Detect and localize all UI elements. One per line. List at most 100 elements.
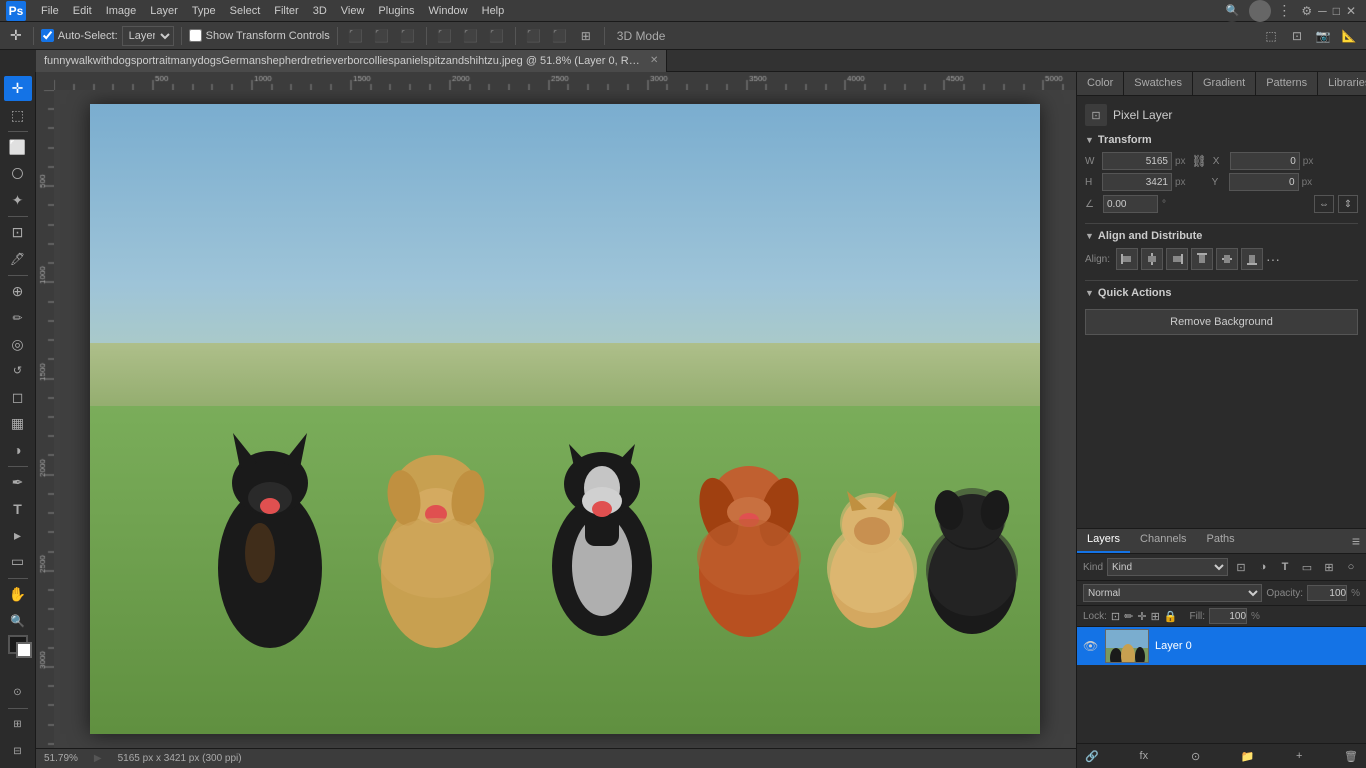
brush-tool-btn[interactable]: ✏ [4, 305, 32, 330]
eraser-tool-btn[interactable]: ◻ [4, 385, 32, 410]
filter-type-btn[interactable]: T [1276, 558, 1294, 576]
layers-panel-menu[interactable]: ≡ [1346, 529, 1366, 553]
align-bottom-btn[interactable]: ⬛ [486, 25, 508, 47]
minimize-btn[interactable]: ─ [1318, 4, 1327, 18]
lock-artboard-btn[interactable]: ⊞ [1151, 610, 1160, 623]
align-right-btn[interactable]: ⬛ [397, 25, 419, 47]
menu-edit[interactable]: Edit [66, 3, 99, 19]
channels-tab[interactable]: Channels [1130, 529, 1196, 553]
w-input[interactable] [1102, 152, 1172, 170]
hand-tool-btn[interactable]: ✋ [4, 581, 32, 606]
rectangle-tool-btn[interactable]: ▭ [4, 549, 32, 574]
h-input[interactable] [1102, 173, 1172, 191]
new-layer-btn[interactable]: + [1290, 747, 1308, 765]
filter-pixel-btn[interactable]: ⊡ [1232, 558, 1250, 576]
measure-btn[interactable]: 📐 [1338, 25, 1360, 47]
x-input[interactable] [1230, 152, 1300, 170]
user-avatar[interactable] [1249, 0, 1271, 22]
type-tool-btn[interactable]: T [4, 496, 32, 521]
layer-visibility-icon[interactable]: 👁 [1083, 639, 1099, 653]
menu-window[interactable]: Window [422, 3, 475, 19]
document-tab[interactable]: funnywalkwithdogsportraitmanydogsGermans… [36, 50, 667, 72]
layers-tab[interactable]: Layers [1077, 529, 1130, 553]
dist-h-btn[interactable]: ⬛ [523, 25, 545, 47]
zoom-tool-btn[interactable]: 🔍 [4, 608, 32, 633]
eyedropper-tool-btn[interactable]: 🖊 [4, 246, 32, 271]
menu-help[interactable]: Help [475, 3, 512, 19]
workspace-btn[interactable]: ⚙ [1301, 4, 1312, 18]
menu-3d[interactable]: 3D [306, 3, 334, 19]
lock-all-btn[interactable]: 🔒 [1164, 610, 1178, 623]
magic-wand-tool-btn[interactable]: ✦ [4, 188, 32, 213]
align-center-v-btn[interactable]: ⬛ [460, 25, 482, 47]
align-top-btn[interactable]: ⬛ [434, 25, 456, 47]
quick-mask-btn[interactable]: ⊙ [4, 680, 32, 705]
transform-controls-checkbox[interactable] [189, 29, 202, 42]
close-btn[interactable]: ✕ [1346, 4, 1356, 18]
move-tool-option[interactable]: ✛ [6, 25, 26, 46]
marquee-tool-btn[interactable]: ⬜ [4, 135, 32, 160]
lock-position-btn[interactable]: ✛ [1137, 610, 1146, 623]
align-right-edges-btn[interactable] [1166, 248, 1188, 270]
frame-btn[interactable]: ⊡ [1286, 25, 1308, 47]
delete-layer-btn[interactable]: 🗑 [1342, 747, 1360, 765]
flip-v-btn[interactable]: ⇕ [1338, 195, 1358, 213]
fill-input[interactable] [1209, 608, 1247, 624]
pen-tool-btn[interactable]: ✒ [4, 470, 32, 495]
libraries-tab[interactable]: Libraries [1318, 72, 1366, 95]
move-tool-btn[interactable]: ✛ [4, 76, 32, 101]
auto-select-dropdown[interactable]: Layer Group [122, 26, 174, 46]
dodge-tool-btn[interactable]: ◑ [4, 437, 32, 462]
align-center-h-btn[interactable]: ⬛ [371, 25, 393, 47]
maximize-btn[interactable]: □ [1333, 4, 1340, 18]
menu-filter[interactable]: Filter [267, 3, 305, 19]
remove-background-btn[interactable]: Remove Background [1085, 309, 1358, 335]
swatches-tab[interactable]: Swatches [1124, 72, 1193, 95]
crop-tool-btn[interactable]: ⊡ [4, 220, 32, 245]
patterns-tab[interactable]: Patterns [1256, 72, 1318, 95]
background-color[interactable] [16, 642, 32, 658]
align-more-btn[interactable]: ··· [1266, 251, 1280, 267]
share-btn[interactable]: ⋮ [1277, 2, 1291, 19]
add-mask-btn[interactable]: ⊙ [1187, 747, 1205, 765]
layer-kind-select[interactable]: Kind Name Effect [1107, 558, 1228, 576]
align-top-edges-btn[interactable] [1191, 248, 1213, 270]
lock-paint-btn[interactable]: ✏ [1124, 610, 1133, 623]
lasso-tool-btn[interactable]: 〇 [4, 161, 32, 186]
canvas-container[interactable] [54, 90, 1076, 748]
add-effect-btn[interactable]: fx [1135, 747, 1153, 765]
gradient-tool-btn[interactable]: ▦ [4, 411, 32, 436]
color-tab[interactable]: Color [1077, 72, 1124, 95]
link-wh-btn[interactable]: ⛓ [1192, 154, 1207, 168]
align-left-edges-btn[interactable] [1116, 248, 1138, 270]
foreground-color[interactable] [8, 635, 28, 654]
align-bottom-edges-btn[interactable] [1241, 248, 1263, 270]
align-v-centers-btn[interactable] [1216, 248, 1238, 270]
3d-mode-btn[interactable]: 3D Mode [612, 25, 671, 47]
path-selection-btn[interactable]: ▸ [4, 523, 32, 548]
opacity-input[interactable] [1307, 585, 1347, 601]
filter-adjustment-btn[interactable]: ◑ [1254, 558, 1272, 576]
camera-btn[interactable]: 📷 [1312, 25, 1334, 47]
filter-toggle-btn[interactable]: ○ [1342, 558, 1360, 576]
flip-h-btn[interactable]: ⇔ [1314, 195, 1334, 213]
new-group-btn[interactable]: 📁 [1238, 747, 1256, 765]
lock-pixel-btn[interactable]: ⊡ [1111, 610, 1120, 623]
angle-input[interactable] [1103, 195, 1158, 213]
filter-smart-btn[interactable]: ⊞ [1320, 558, 1338, 576]
menu-type[interactable]: Type [185, 3, 223, 19]
frame-mode-btn[interactable]: ⊞ [4, 712, 32, 737]
paths-tab[interactable]: Paths [1197, 529, 1245, 553]
healing-tool-btn[interactable]: ⊕ [4, 279, 32, 304]
search-btn[interactable]: 🔍 [1221, 0, 1243, 22]
menu-file[interactable]: File [34, 3, 66, 19]
dist-v-btn[interactable]: ⬛ [549, 25, 571, 47]
document-canvas[interactable] [90, 104, 1040, 734]
menu-layer[interactable]: Layer [143, 3, 185, 19]
artboard-btn[interactable]: ⬚ [1260, 25, 1282, 47]
clone-tool-btn[interactable]: ◎ [4, 332, 32, 357]
layer-row[interactable]: 👁 Layer 0 [1077, 627, 1366, 665]
blend-mode-select[interactable]: Normal Dissolve Multiply Screen [1083, 584, 1262, 602]
auto-select-checkbox[interactable] [41, 29, 54, 42]
dist-more-btn[interactable]: ⊞ [575, 25, 597, 47]
